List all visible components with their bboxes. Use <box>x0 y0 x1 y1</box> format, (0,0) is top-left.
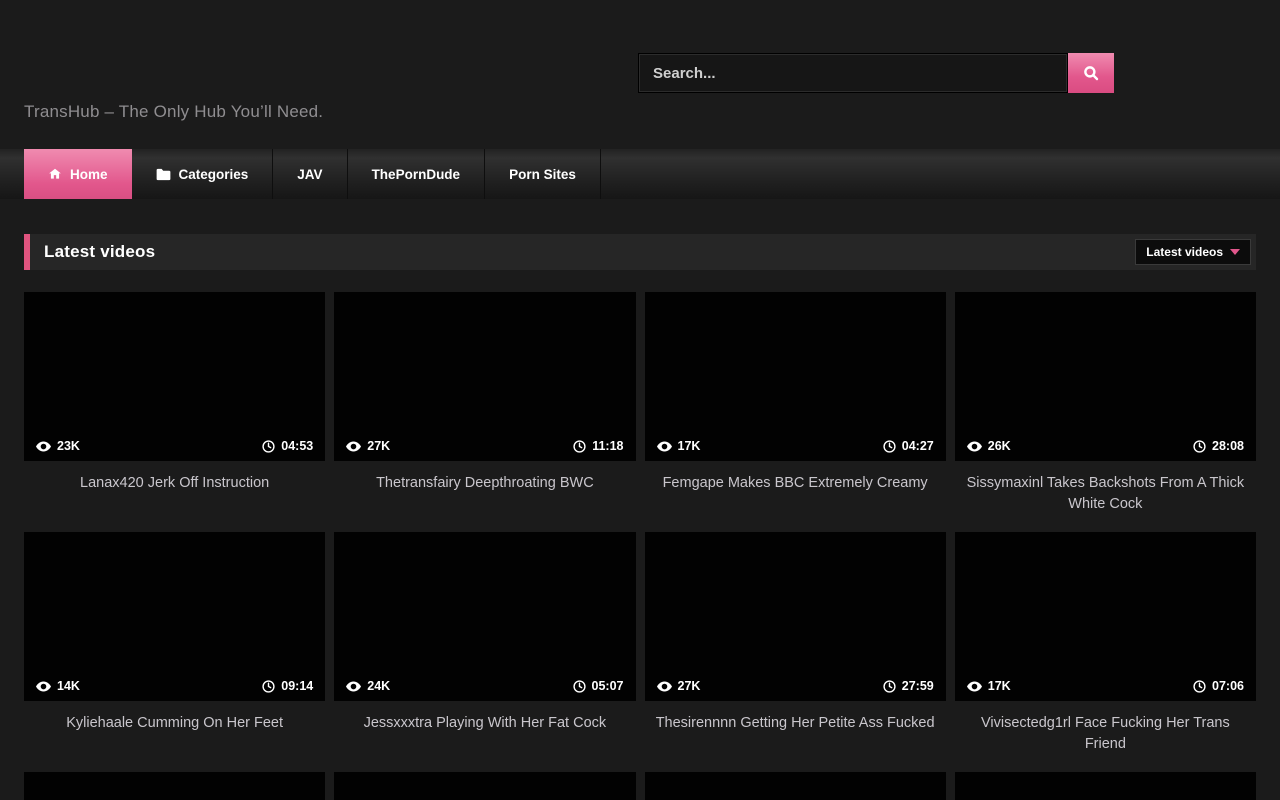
eye-icon <box>346 681 361 692</box>
video-thumbnail[interactable]: 24K 05:07 <box>334 532 635 701</box>
sort-label: Latest videos <box>1146 245 1223 259</box>
video-grid: 23K 04:53 Lanax420 Jerk Off Instruction … <box>24 292 1256 772</box>
video-meta: 17K 07:06 <box>955 671 1256 701</box>
video-grid-partial-row <box>24 772 1256 800</box>
view-count: 27K <box>367 439 390 453</box>
video-card[interactable] <box>645 772 946 800</box>
video-duration: 04:27 <box>902 439 934 453</box>
video-thumbnail[interactable]: 26K 28:08 <box>955 292 1256 461</box>
video-title[interactable]: Sissymaxinl Takes Backshots From A Thick… <box>955 461 1256 532</box>
home-icon <box>48 167 62 181</box>
search-button[interactable] <box>1068 53 1114 93</box>
clock-icon <box>883 440 896 453</box>
clock-icon <box>1193 680 1206 693</box>
page-header: TransHub – The Only Hub You’ll Need. <box>0 0 1280 149</box>
video-thumbnail[interactable] <box>645 772 946 800</box>
nav-item-home[interactable]: Home <box>24 149 132 199</box>
video-card[interactable]: 27K 27:59 Thesirennnn Getting Her Petite… <box>645 532 946 772</box>
video-card[interactable]: 14K 09:14 Kyliehaale Cumming On Her Feet <box>24 532 325 772</box>
video-title[interactable]: Femgape Makes BBC Extremely Creamy <box>645 461 946 532</box>
eye-icon <box>657 441 672 452</box>
nav-label: ThePornDude <box>372 167 461 182</box>
eye-icon <box>657 681 672 692</box>
video-title[interactable]: Vivisectedg1rl Face Fucking Her Trans Fr… <box>955 701 1256 772</box>
video-title[interactable]: Kyliehaale Cumming On Her Feet <box>24 701 325 772</box>
eye-icon <box>967 681 982 692</box>
clock-icon <box>573 680 586 693</box>
video-card[interactable]: 26K 28:08 Sissymaxinl Takes Backshots Fr… <box>955 292 1256 532</box>
video-title[interactable]: Jessxxxtra Playing With Her Fat Cock <box>334 701 635 772</box>
video-thumbnail[interactable]: 17K 04:27 <box>645 292 946 461</box>
main-nav: Home Categories JAV ThePornDude Porn Sit… <box>0 149 1280 199</box>
video-card[interactable] <box>24 772 325 800</box>
video-card[interactable]: 27K 11:18 Thetransfairy Deepthroating BW… <box>334 292 635 532</box>
video-thumbnail[interactable] <box>24 772 325 800</box>
video-meta: 23K 04:53 <box>24 431 325 461</box>
eye-icon <box>36 681 51 692</box>
section-header: Latest videos Latest videos <box>24 234 1256 270</box>
section-title: Latest videos <box>44 242 155 262</box>
sort-dropdown[interactable]: Latest videos <box>1135 239 1251 265</box>
nav-item-theporndude[interactable]: ThePornDude <box>348 149 486 199</box>
nav-item-categories[interactable]: Categories <box>132 149 274 199</box>
nav-label: Home <box>70 167 108 182</box>
view-count: 17K <box>988 679 1011 693</box>
view-count: 17K <box>678 439 701 453</box>
video-duration: 28:08 <box>1212 439 1244 453</box>
video-thumbnail[interactable] <box>334 772 635 800</box>
nav-item-jav[interactable]: JAV <box>273 149 347 199</box>
video-thumbnail[interactable]: 27K 11:18 <box>334 292 635 461</box>
search-icon <box>1082 64 1100 82</box>
video-card[interactable] <box>334 772 635 800</box>
view-count: 23K <box>57 439 80 453</box>
video-duration: 11:18 <box>592 439 623 453</box>
video-duration: 04:53 <box>281 439 313 453</box>
video-meta: 26K 28:08 <box>955 431 1256 461</box>
nav-label: Porn Sites <box>509 167 576 182</box>
nav-item-porn-sites[interactable]: Porn Sites <box>485 149 601 199</box>
video-title[interactable]: Thetransfairy Deepthroating BWC <box>334 461 635 532</box>
folder-icon <box>156 168 171 181</box>
view-count: 26K <box>988 439 1011 453</box>
video-card[interactable]: 23K 04:53 Lanax420 Jerk Off Instruction <box>24 292 325 532</box>
clock-icon <box>1193 440 1206 453</box>
view-count: 27K <box>678 679 701 693</box>
search-input[interactable] <box>638 53 1068 93</box>
video-thumbnail[interactable]: 23K 04:53 <box>24 292 325 461</box>
eye-icon <box>346 441 361 452</box>
video-meta: 27K 11:18 <box>334 431 635 461</box>
video-duration: 07:06 <box>1212 679 1244 693</box>
video-meta: 24K 05:07 <box>334 671 635 701</box>
video-card[interactable]: 17K 04:27 Femgape Makes BBC Extremely Cr… <box>645 292 946 532</box>
video-duration: 27:59 <box>902 679 934 693</box>
video-meta: 14K 09:14 <box>24 671 325 701</box>
video-thumbnail[interactable]: 14K 09:14 <box>24 532 325 701</box>
eye-icon <box>36 441 51 452</box>
video-title[interactable]: Thesirennnn Getting Her Petite Ass Fucke… <box>645 701 946 772</box>
clock-icon <box>883 680 896 693</box>
video-thumbnail[interactable]: 27K 27:59 <box>645 532 946 701</box>
video-meta: 27K 27:59 <box>645 671 946 701</box>
video-card[interactable]: 24K 05:07 Jessxxxtra Playing With Her Fa… <box>334 532 635 772</box>
video-meta: 17K 04:27 <box>645 431 946 461</box>
video-thumbnail[interactable] <box>955 772 1256 800</box>
video-thumbnail[interactable]: 17K 07:06 <box>955 532 1256 701</box>
clock-icon <box>262 440 275 453</box>
search-bar <box>638 53 1114 93</box>
view-count: 14K <box>57 679 80 693</box>
video-title[interactable]: Lanax420 Jerk Off Instruction <box>24 461 325 532</box>
clock-icon <box>262 680 275 693</box>
site-tagline: TransHub – The Only Hub You’ll Need. <box>24 102 323 122</box>
video-duration: 05:07 <box>592 679 624 693</box>
caret-down-icon <box>1230 249 1240 255</box>
nav-label: JAV <box>297 167 322 182</box>
eye-icon <box>967 441 982 452</box>
nav-label: Categories <box>179 167 249 182</box>
video-duration: 09:14 <box>281 679 313 693</box>
view-count: 24K <box>367 679 390 693</box>
clock-icon <box>573 440 586 453</box>
video-card[interactable]: 17K 07:06 Vivisectedg1rl Face Fucking He… <box>955 532 1256 772</box>
video-card[interactable] <box>955 772 1256 800</box>
